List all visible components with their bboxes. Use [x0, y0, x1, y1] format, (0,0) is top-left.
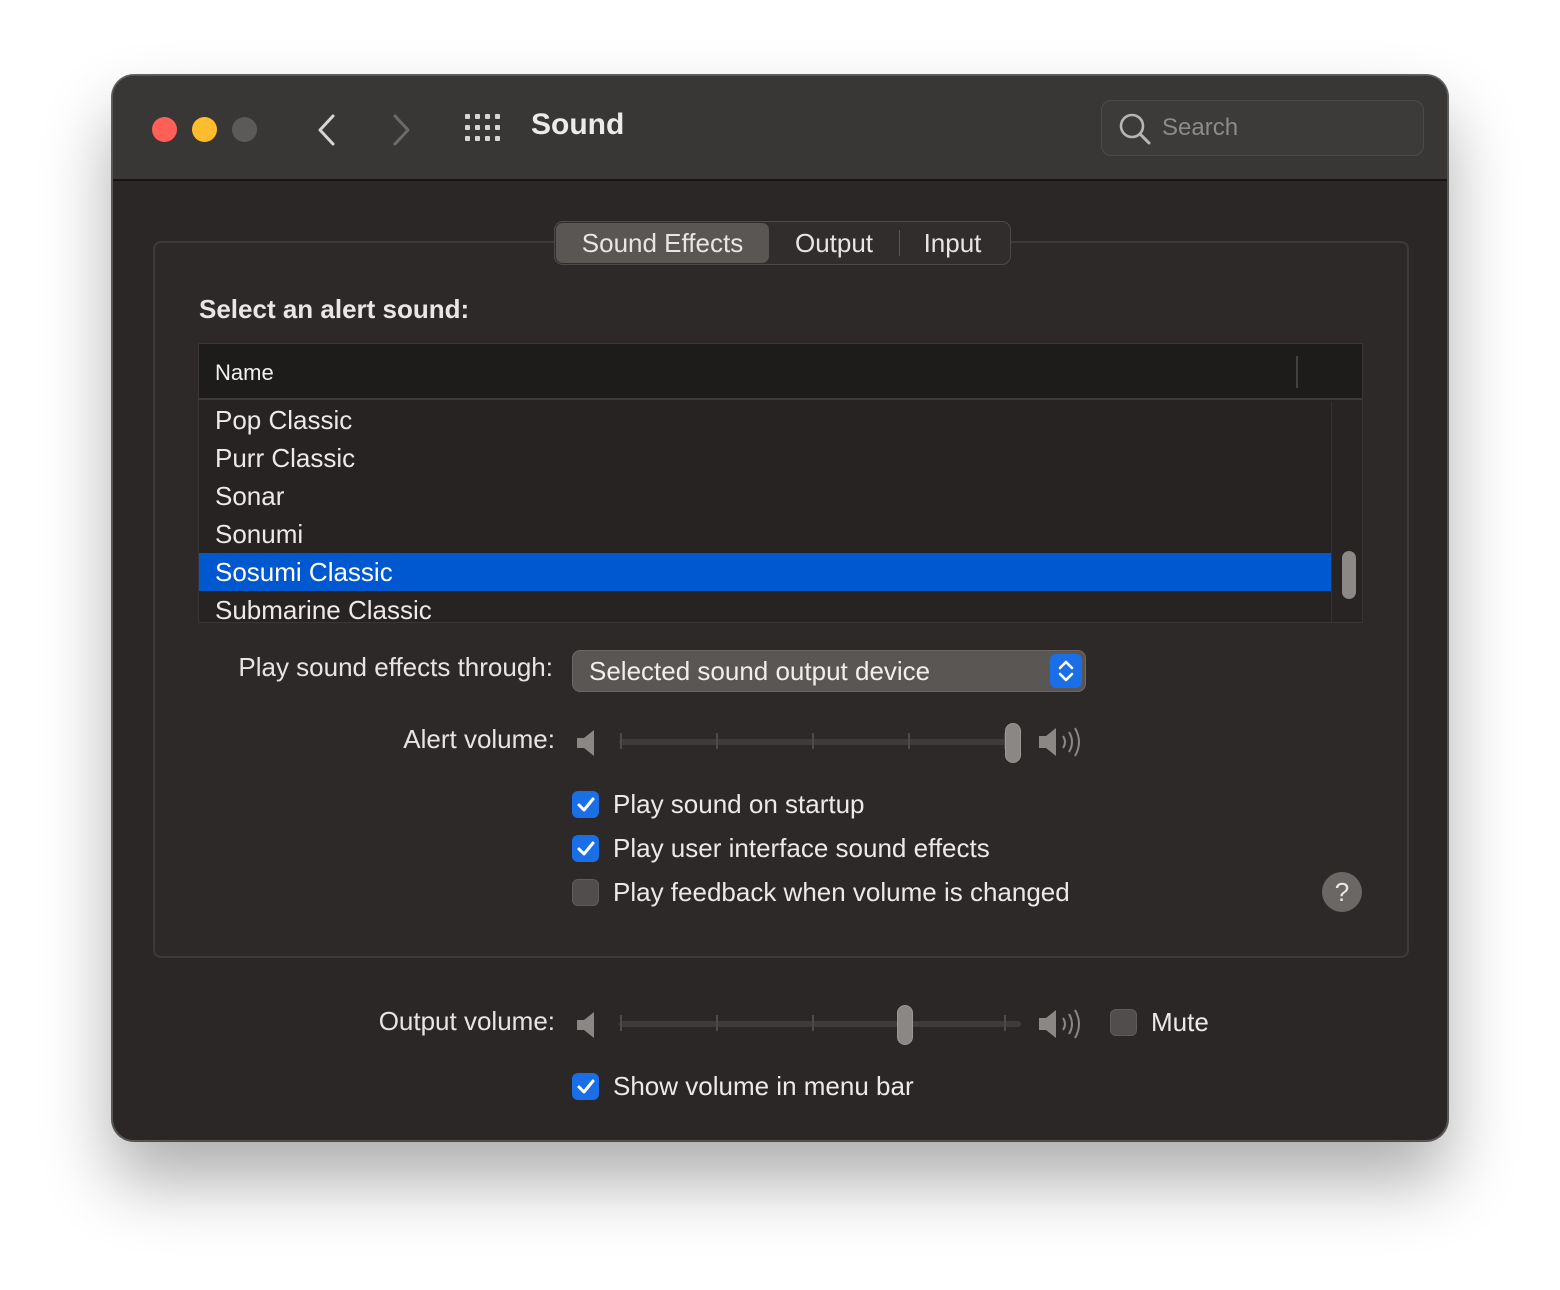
tab-output[interactable]: Output — [769, 223, 899, 263]
alert-volume-slider[interactable] — [619, 722, 1021, 763]
output-volume-label: Output volume: — [378, 1006, 555, 1036]
chevron-left-icon — [318, 114, 335, 146]
column-header-name[interactable]: Name — [215, 360, 274, 386]
slider-knob[interactable] — [897, 1005, 913, 1045]
tab-sound-effects[interactable]: Sound Effects — [556, 223, 769, 263]
sound-preferences-window: Sound Sound Effects Output Input Select … — [112, 75, 1448, 1141]
volume-feedback-checkbox[interactable] — [572, 879, 599, 906]
table-header: Name — [199, 344, 1362, 400]
slider-tick — [716, 733, 718, 749]
show-all-button[interactable] — [463, 112, 503, 146]
ui-sound-effects-option[interactable]: Play user interface sound effects — [572, 833, 990, 864]
mute-option[interactable]: Mute — [1110, 1007, 1209, 1038]
alert-sound-table: Name Pop Classic Purr Classic Sonar Sonu… — [198, 343, 1363, 623]
slider-tick — [908, 733, 910, 749]
show-volume-label: Show volume in menu bar — [613, 1071, 914, 1101]
chevron-up-down-icon — [1058, 660, 1074, 682]
startup-sound-label: Play sound on startup — [613, 789, 865, 819]
chevron-right-icon — [393, 114, 410, 146]
popup-stepper — [1050, 654, 1082, 688]
volume-feedback-option[interactable]: Play feedback when volume is changed — [572, 877, 1070, 908]
play-through-popup[interactable]: Selected sound output device — [572, 650, 1086, 692]
search-icon — [1119, 113, 1151, 145]
back-button[interactable] — [307, 110, 347, 150]
slider-tick — [1004, 1015, 1006, 1031]
mute-checkbox[interactable] — [1110, 1009, 1137, 1036]
search-field[interactable] — [1101, 100, 1424, 156]
mute-label: Mute — [1151, 1007, 1209, 1037]
table-row[interactable]: Purr Classic — [199, 439, 1331, 477]
zoom-button[interactable] — [232, 117, 257, 142]
alert-sound-list: Pop Classic Purr Classic Sonar Sonumi So… — [199, 401, 1331, 623]
close-button[interactable] — [152, 117, 177, 142]
table-row[interactable]: Sonar — [199, 477, 1331, 515]
checkmark-icon — [577, 1079, 594, 1093]
checkmark-icon — [577, 841, 594, 855]
minimize-button[interactable] — [192, 117, 217, 142]
checkmark-icon — [577, 797, 594, 811]
window-title: Sound — [531, 108, 625, 141]
slider-track — [619, 739, 1021, 745]
slider-tick — [812, 1015, 814, 1031]
titlebar: Sound — [113, 76, 1447, 181]
slider-tick — [812, 733, 814, 749]
speaker-low-icon — [577, 730, 594, 756]
table-row[interactable]: Sonumi — [199, 515, 1331, 553]
speaker-high-icon — [1039, 1009, 1080, 1039]
search-input[interactable] — [1162, 111, 1412, 145]
slider-knob[interactable] — [1005, 723, 1021, 763]
output-volume-slider[interactable] — [619, 1004, 1021, 1045]
tab-input[interactable]: Input — [900, 223, 1005, 263]
tab-bar: Sound Effects Output Input — [554, 221, 1011, 265]
play-through-value: Selected sound output device — [589, 656, 931, 686]
volume-feedback-label: Play feedback when volume is changed — [613, 877, 1070, 907]
play-through-label: Play sound effects through: — [238, 652, 553, 682]
scrollbar-thumb[interactable] — [1342, 551, 1356, 599]
show-volume-option[interactable]: Show volume in menu bar — [572, 1071, 914, 1102]
slider-tick — [620, 733, 622, 749]
alert-volume-label: Alert volume: — [403, 724, 555, 754]
forward-button[interactable] — [381, 110, 421, 150]
startup-sound-checkbox[interactable] — [572, 791, 599, 818]
ui-sound-effects-checkbox[interactable] — [572, 835, 599, 862]
help-button[interactable]: ? — [1322, 872, 1362, 912]
slider-tick — [716, 1015, 718, 1031]
startup-sound-option[interactable]: Play sound on startup — [572, 789, 865, 820]
show-volume-checkbox[interactable] — [572, 1073, 599, 1100]
ui-sound-effects-label: Play user interface sound effects — [613, 833, 990, 863]
speaker-high-icon — [1039, 727, 1080, 757]
vertical-scrollbar[interactable] — [1331, 401, 1362, 622]
column-divider — [1296, 356, 1298, 388]
slider-track — [619, 1021, 1021, 1027]
table-row[interactable]: Pop Classic — [199, 401, 1331, 439]
table-row-selected[interactable]: Sosumi Classic — [199, 553, 1331, 591]
alert-sound-heading: Select an alert sound: — [199, 294, 470, 324]
speaker-low-icon — [577, 1012, 594, 1038]
slider-tick — [620, 1015, 622, 1031]
table-row[interactable]: Submarine Classic — [199, 591, 1331, 623]
